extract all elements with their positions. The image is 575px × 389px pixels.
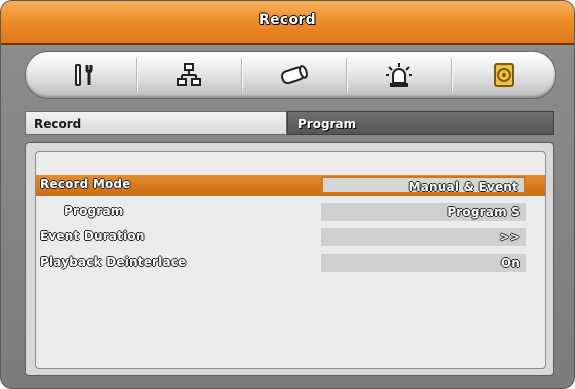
event-duration-label: Event Duration — [40, 229, 145, 243]
camera-icon[interactable] — [242, 58, 346, 92]
program-row[interactable]: Program Program S — [36, 202, 545, 223]
event-duration-value[interactable]: >> — [321, 228, 526, 246]
tab-record-label: Record — [34, 117, 82, 131]
tab-program[interactable]: Program — [287, 111, 554, 135]
alarm-icon[interactable] — [347, 58, 451, 92]
playback-deinterlace-value-text: On — [500, 256, 520, 270]
window-title: Record — [259, 12, 316, 28]
tools-icon[interactable] — [32, 58, 136, 92]
event-duration-value-text: >> — [499, 230, 520, 244]
playback-deinterlace-row[interactable]: Playback Deinterlace On — [36, 253, 545, 274]
playback-deinterlace-label: Playback Deinterlace — [40, 255, 187, 269]
network-icon[interactable] — [137, 58, 241, 92]
settings-panel: Record Mode Manual & Event Program Progr… — [25, 142, 554, 376]
program-value-text: Program S — [447, 205, 520, 219]
program-label: Program — [64, 204, 124, 218]
tab-strip: Record Program — [25, 111, 554, 136]
tab-program-label: Program — [298, 117, 357, 131]
record-mode-row[interactable]: Record Mode Manual & Event — [36, 175, 545, 196]
dialog-window: Record Record Program Record Mode Manual… — [0, 0, 575, 389]
record-mode-value-text: Manual & Event — [408, 180, 518, 194]
tab-record[interactable]: Record — [25, 111, 287, 135]
record-mode-label: Record Mode — [40, 177, 131, 191]
event-duration-row[interactable]: Event Duration >> — [36, 227, 545, 248]
program-value[interactable]: Program S — [321, 203, 526, 221]
settings-list: Record Mode Manual & Event Program Progr… — [35, 151, 546, 369]
category-toolbar — [25, 51, 556, 99]
playback-deinterlace-value[interactable]: On — [321, 254, 526, 272]
record-mode-value[interactable]: Manual & Event — [321, 176, 526, 194]
record-disk-icon[interactable] — [452, 58, 556, 92]
title-bar: Record — [1, 1, 574, 45]
